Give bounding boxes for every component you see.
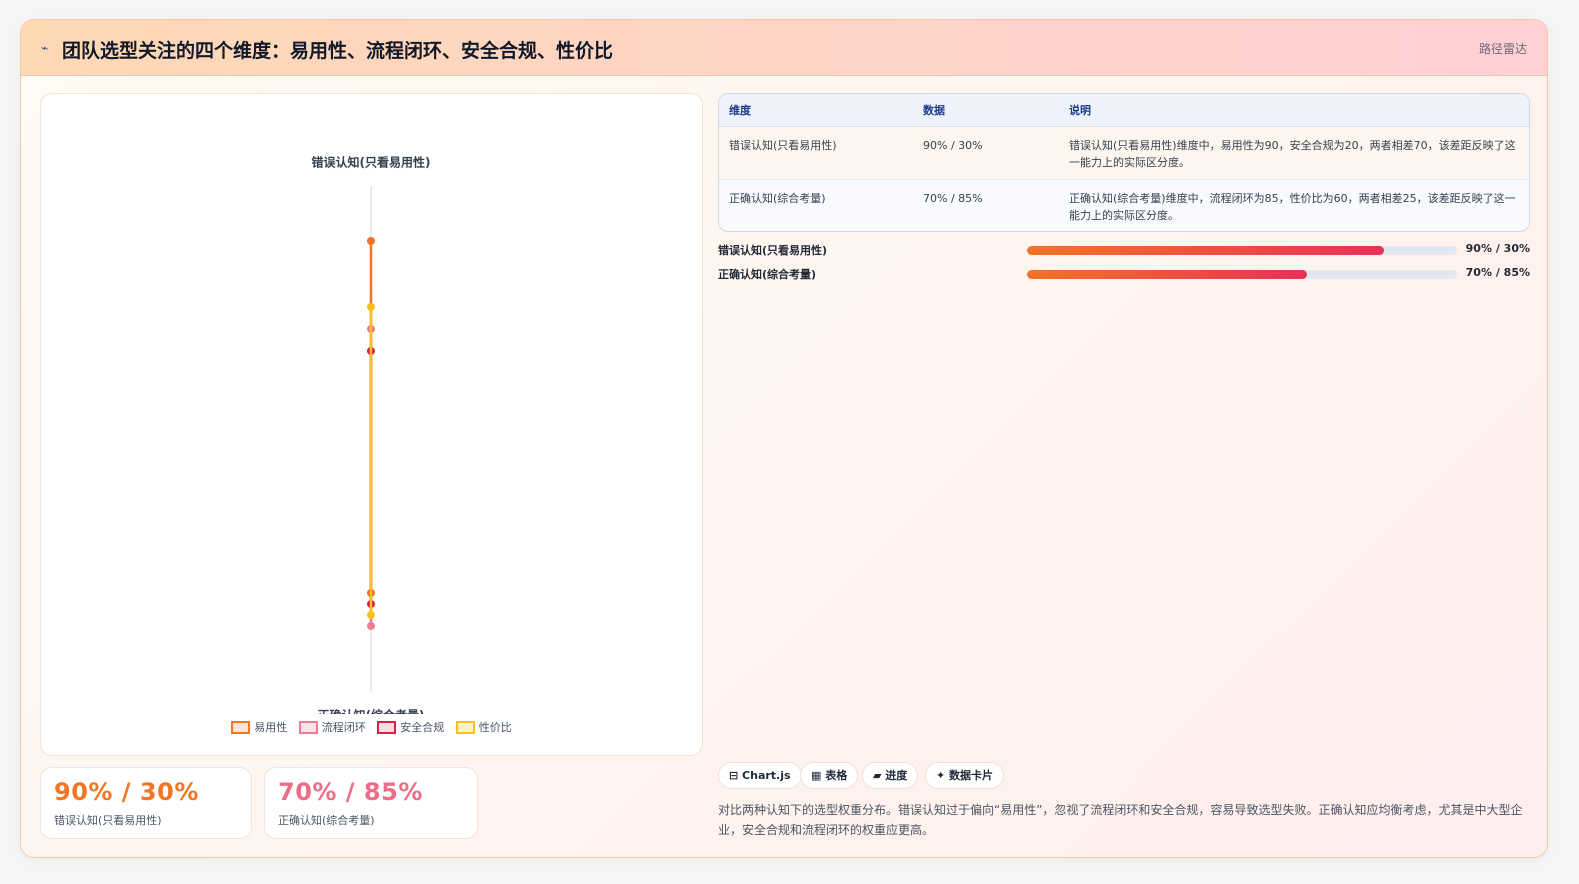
radar-chart: 错误认知(只看易用性) 正确认知(综合考量) xyxy=(312,155,431,714)
legend-item[interactable]: 性价比 xyxy=(455,719,512,735)
table-header: 说明 xyxy=(1059,94,1529,127)
table-header: 数据 xyxy=(913,94,1059,127)
chart-type-tag: 路径雷达 xyxy=(1478,42,1527,56)
chip-progress[interactable]: ▰ 进度 xyxy=(862,762,919,789)
card-header: ⌁ 团队选型关注的四个维度：易用性、流程闭环、安全合规、性价比 路径雷达 xyxy=(21,20,1547,76)
chip-table[interactable]: ▦ 表格 xyxy=(800,762,859,789)
kpi-label: 正确认知(综合考量) xyxy=(278,814,375,827)
table-cell: 正确认知(综合考量)维度中，流程闭环为85，性价比为60，两者相差25，该差距反… xyxy=(1059,179,1529,231)
legend-item[interactable]: 易用性 xyxy=(231,719,287,735)
progress-value: 70% / 85% xyxy=(1465,266,1530,279)
dashboard-card: ⌁ 团队选型关注的四个维度：易用性、流程闭环、安全合规、性价比 路径雷达 错误认… xyxy=(20,19,1548,858)
table-cell: 90% / 30% xyxy=(913,126,1059,180)
kpi-card: 70% / 85% 正确认知(综合考量) xyxy=(264,767,478,839)
radar-axis-label: 正确认知(综合考量) xyxy=(318,707,425,714)
legend-swatch xyxy=(231,721,251,734)
legend-swatch xyxy=(298,721,318,734)
legend-swatch xyxy=(455,721,475,734)
kpi-card: 90% / 30% 错误认知(只看易用性) xyxy=(40,767,252,839)
chart-description: 对比两种认知下的选型权重分布。错误认知过于偏向“易用性”，忽视了流程闭环和安全合… xyxy=(718,803,1523,837)
data-table: 维度 数据 说明 错误认知(只看易用性) 90% / 30% 错误认知(只看易用… xyxy=(718,93,1530,232)
progress-track xyxy=(1027,270,1457,279)
progress-label: 错误认知(只看易用性) xyxy=(718,244,828,257)
kpi-value: 70% / 85% xyxy=(278,778,423,806)
kpi-label: 错误认知(只看易用性) xyxy=(54,814,162,827)
legend-item[interactable]: 安全合规 xyxy=(377,719,444,735)
legend-label: 安全合规 xyxy=(400,721,445,734)
progress-row: 正确认知(综合考量) 70% / 85% xyxy=(718,266,1530,282)
radar-chart-panel: 错误认知(只看易用性) 正确认知(综合考量) 易用性 流程闭环 安全合规 性价比 xyxy=(40,93,703,756)
table-row: 正确认知(综合考量) 70% / 85% 正确认知(综合考量)维度中，流程闭环为… xyxy=(719,179,1529,231)
kpi-value: 90% / 30% xyxy=(54,778,199,806)
legend-label: 性价比 xyxy=(478,721,512,734)
chip-chartjs[interactable]: ⊟ Chart.js xyxy=(718,762,802,789)
progress-fill xyxy=(1027,246,1384,255)
radar-data-point xyxy=(367,237,375,245)
chip-data-card[interactable]: ✦ 数据卡片 xyxy=(925,762,1005,789)
progress-fill xyxy=(1027,270,1307,279)
progress-label: 正确认知(综合考量) xyxy=(718,268,817,281)
table-cell: 正确认知(综合考量) xyxy=(719,179,913,231)
radar-data-point xyxy=(367,303,375,311)
table-cell: 70% / 85% xyxy=(913,179,1059,231)
legend-item[interactable]: 流程闭环 xyxy=(298,719,366,735)
chart-legend: 易用性 流程闭环 安全合规 性价比 xyxy=(41,719,702,735)
page-title: 团队选型关注的四个维度：易用性、流程闭环、安全合规、性价比 xyxy=(62,40,614,62)
legend-label: 易用性 xyxy=(254,721,288,734)
progress-row: 错误认知(只看易用性) 90% / 30% xyxy=(718,242,1530,258)
radar-data-point xyxy=(367,611,375,619)
table-header: 维度 xyxy=(719,94,913,127)
legend-label: 流程闭环 xyxy=(321,721,366,734)
radar-data-point xyxy=(367,622,375,630)
legend-swatch xyxy=(377,721,397,734)
progress-value: 90% / 30% xyxy=(1465,242,1530,255)
table-cell: 错误认知(只看易用性) xyxy=(719,126,913,180)
table-row: 错误认知(只看易用性) 90% / 30% 错误认知(只看易用性)维度中，易用性… xyxy=(719,126,1529,180)
chart-line-icon: ⌁ xyxy=(41,41,49,55)
table-cell: 错误认知(只看易用性)维度中，易用性为90，安全合规为20，两者相差70，该差距… xyxy=(1059,126,1529,180)
progress-track xyxy=(1027,246,1457,255)
radar-axis-label: 错误认知(只看易用性) xyxy=(312,155,431,170)
